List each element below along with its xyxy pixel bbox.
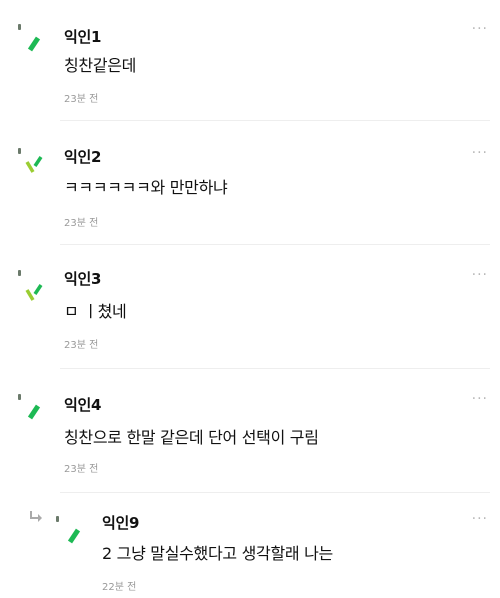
- timestamp: 23분 전: [64, 94, 99, 105]
- comment-text: 2 그냥 말실수했다고 생각할래 나는: [102, 544, 333, 563]
- comment-text: ㅁ ㅣ쳤네: [64, 302, 127, 321]
- author-name[interactable]: 익인3: [64, 268, 101, 289]
- reply-arrow-icon: [30, 511, 42, 522]
- timestamp: 23분 전: [64, 464, 99, 475]
- avatar[interactable]: [56, 516, 96, 556]
- more-options-icon[interactable]: ···: [472, 146, 488, 160]
- comment-text: 칭찬같은데: [64, 56, 137, 75]
- single-slash-icon: [67, 528, 81, 544]
- author-name[interactable]: 익인4: [64, 394, 101, 415]
- comment-text: ㅋㅋㅋㅋㅋㅋ와 만만하냐: [64, 178, 228, 197]
- double-slash-icon: [25, 284, 43, 301]
- comment-1: 익인1 칭찬같은데 23분 전 ···: [0, 0, 500, 120]
- reply-comment: 익인9 2 그냥 말실수했다고 생각할래 나는 22분 전 ···: [0, 492, 500, 598]
- author-name[interactable]: 익인2: [64, 146, 101, 167]
- avatar[interactable]: [18, 148, 58, 188]
- avatar[interactable]: [18, 24, 58, 64]
- single-slash-icon: [27, 36, 41, 52]
- more-options-icon[interactable]: ···: [472, 392, 488, 406]
- timestamp: 23분 전: [64, 218, 99, 229]
- double-slash-icon: [25, 156, 43, 173]
- avatar[interactable]: [18, 394, 58, 434]
- author-name[interactable]: 익인9: [102, 512, 139, 533]
- author-name[interactable]: 익인1: [64, 26, 101, 47]
- comment-3: 익인3 ㅁ ㅣ쳤네 23분 전 ···: [0, 244, 500, 368]
- comment-text: 칭찬으로 한말 같은데 단어 선택이 구림: [64, 428, 319, 447]
- more-options-icon[interactable]: ···: [472, 268, 488, 282]
- timestamp: 22분 전: [102, 582, 137, 593]
- timestamp: 23분 전: [64, 340, 99, 351]
- more-options-icon[interactable]: ···: [472, 512, 488, 526]
- comment-2: 익인2 ㅋㅋㅋㅋㅋㅋ와 만만하냐 23분 전 ···: [0, 120, 500, 244]
- more-options-icon[interactable]: ···: [472, 22, 488, 36]
- single-slash-icon: [27, 404, 41, 420]
- comment-4: 익인4 칭찬으로 한말 같은데 단어 선택이 구림 23분 전 ···: [0, 368, 500, 492]
- avatar[interactable]: [18, 270, 58, 310]
